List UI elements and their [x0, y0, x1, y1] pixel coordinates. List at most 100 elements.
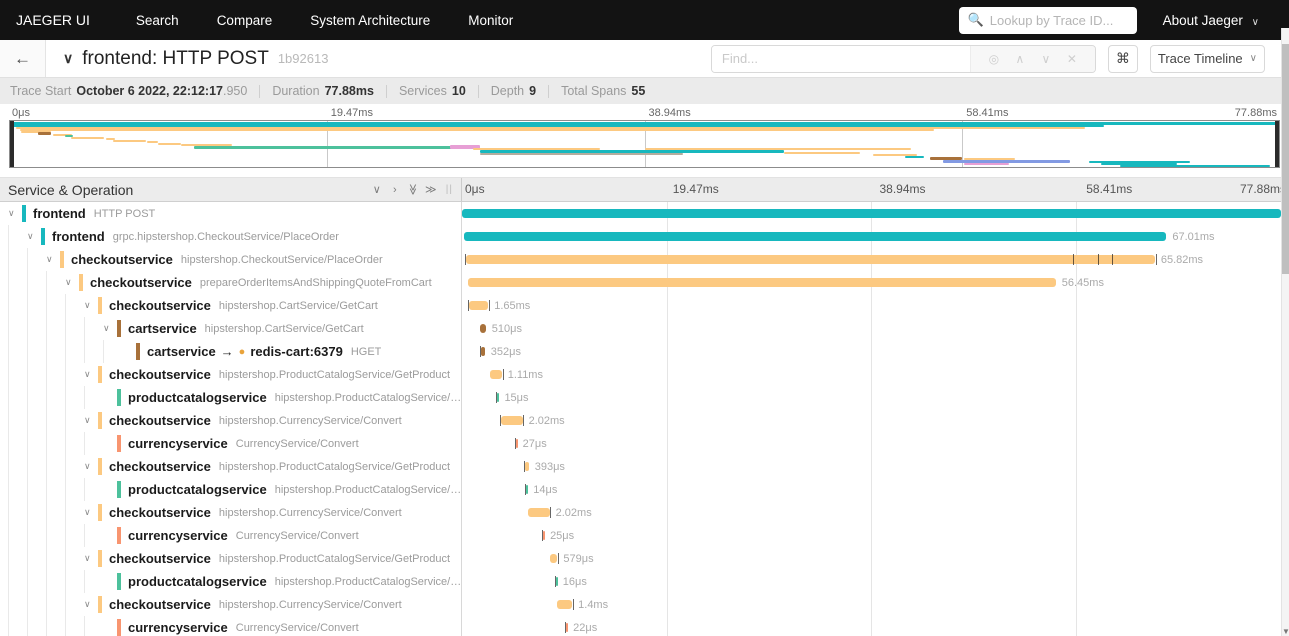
chevron-down-icon[interactable]: ∨: [84, 599, 98, 610]
span-bar-cell[interactable]: 16μs: [462, 570, 1281, 593]
trace-lookup-input[interactable]: [989, 12, 1128, 28]
span-bar-cell[interactable]: 2.02ms: [462, 409, 1281, 432]
span-bar[interactable]: [550, 554, 558, 563]
span-bar-cell[interactable]: 22μs: [462, 616, 1281, 636]
column-resize-grip[interactable]: ||: [446, 184, 453, 195]
span-row[interactable]: currencyservice CurrencyService/Convert 27…: [0, 432, 1281, 455]
span-row[interactable]: ∨ checkoutservice hipstershop.CartService/…: [0, 294, 1281, 317]
span-row[interactable]: ∨ checkoutservice hipstershop.ProductCatal…: [0, 547, 1281, 570]
app-brand[interactable]: JAEGER UI: [16, 12, 90, 28]
next-match-icon[interactable]: ∨: [1033, 52, 1059, 66]
span-name-cell[interactable]: productcatalogservice hipstershop.Product…: [0, 478, 462, 501]
span-name-cell[interactable]: ∨ checkoutservice hipstershop.CartService/…: [0, 294, 462, 317]
span-row[interactable]: productcatalogservice hipstershop.Product…: [0, 478, 1281, 501]
find-input[interactable]: [711, 45, 970, 72]
span-bar-cell[interactable]: 67.01ms: [462, 225, 1281, 248]
span-row[interactable]: currencyservice CurrencyService/Convert 25…: [0, 524, 1281, 547]
span-bar[interactable]: [480, 324, 486, 333]
chevron-down-icon[interactable]: ∨: [27, 231, 41, 242]
collapse-trace-chevron-icon[interactable]: ∨: [63, 50, 73, 67]
nav-item-compare[interactable]: Compare: [217, 13, 273, 28]
span-bar[interactable]: [555, 577, 558, 586]
collapse-all-icon[interactable]: ≫: [406, 181, 419, 199]
span-name-cell[interactable]: ∨ checkoutservice hipstershop.ProductCatal…: [0, 363, 462, 386]
span-name-cell[interactable]: ∨ checkoutservice hipstershop.ProductCatal…: [0, 547, 462, 570]
span-row[interactable]: ∨ checkoutservice hipstershop.CurrencyServ…: [0, 501, 1281, 524]
span-name-cell[interactable]: currencyservice CurrencyService/Convert: [0, 432, 462, 455]
chevron-down-icon[interactable]: ∨: [65, 277, 79, 288]
chevron-down-icon[interactable]: ∨: [8, 208, 22, 219]
span-bar-cell[interactable]: 1.4ms: [462, 593, 1281, 616]
span-bar-cell[interactable]: 65.82ms: [462, 248, 1281, 271]
span-bar[interactable]: [526, 485, 529, 494]
span-name-cell[interactable]: ∨ checkoutservice hipstershop.CurrencyServ…: [0, 501, 462, 524]
chevron-down-icon[interactable]: ∨: [84, 415, 98, 426]
collapse-one-icon[interactable]: ∨: [368, 183, 386, 196]
span-bar[interactable]: [468, 301, 489, 310]
span-bar[interactable]: [566, 623, 569, 632]
expand-one-icon[interactable]: ›: [386, 184, 404, 196]
clear-find-icon[interactable]: ✕: [1059, 52, 1085, 66]
span-bar[interactable]: [468, 278, 1056, 287]
span-bar[interactable]: [543, 531, 546, 540]
back-button[interactable]: ←: [0, 40, 46, 77]
chevron-down-icon[interactable]: ∨: [84, 461, 98, 472]
trace-lookup-box[interactable]: 🔍: [958, 6, 1137, 34]
chevron-down-icon[interactable]: ∨: [84, 369, 98, 380]
vertical-scrollbar[interactable]: ▼: [1281, 28, 1289, 636]
keyboard-shortcuts-button[interactable]: ⌘: [1107, 44, 1138, 73]
span-row[interactable]: ∨ cartservice hipstershop.CartService/GetC…: [0, 317, 1281, 340]
span-bar[interactable]: [515, 439, 518, 448]
span-name-cell[interactable]: ∨ checkoutservice hipstershop.ProductCatal…: [0, 455, 462, 478]
span-row[interactable]: ∨ checkoutservice prepareOrderItemsAndShip…: [0, 271, 1281, 294]
span-row[interactable]: ∨ frontend HTTP POST: [0, 202, 1281, 225]
span-name-cell[interactable]: ∨ checkoutservice hipstershop.CurrencyServ…: [0, 409, 462, 432]
span-bar-cell[interactable]: 352μs: [462, 340, 1281, 363]
minimap-canvas[interactable]: [9, 120, 1280, 168]
span-bar-cell[interactable]: 27μs: [462, 432, 1281, 455]
trace-view-select[interactable]: Trace Timeline ∨: [1149, 44, 1265, 73]
span-bar[interactable]: [557, 600, 573, 609]
span-name-cell[interactable]: currencyservice CurrencyService/Convert: [0, 524, 462, 547]
span-name-cell[interactable]: ∨ checkoutservice hipstershop.CurrencyServ…: [0, 593, 462, 616]
span-name-cell[interactable]: cartservice → ● redis-cart:6379 HGET: [0, 340, 462, 363]
span-bar[interactable]: [528, 508, 550, 517]
span-name-cell[interactable]: productcatalogservice hipstershop.Product…: [0, 570, 462, 593]
about-jaeger-menu[interactable]: About Jaeger ∨: [1163, 13, 1259, 28]
scrollbar-down-arrow[interactable]: ▼: [1282, 627, 1289, 636]
span-row[interactable]: productcatalogservice hipstershop.Product…: [0, 386, 1281, 409]
span-row[interactable]: ∨ checkoutservice hipstershop.CurrencyServ…: [0, 409, 1281, 432]
span-bar[interactable]: [489, 370, 502, 379]
span-row[interactable]: ∨ checkoutservice hipstershop.ProductCatal…: [0, 455, 1281, 478]
span-bar-cell[interactable]: 579μs: [462, 547, 1281, 570]
span-row[interactable]: ∨ checkoutservice hipstershop.ProductCatal…: [0, 363, 1281, 386]
expand-all-icon[interactable]: ≫: [422, 183, 440, 196]
column-divider[interactable]: [461, 202, 462, 636]
span-bar-cell[interactable]: [462, 202, 1281, 225]
span-row[interactable]: currencyservice CurrencyService/Convert 22…: [0, 616, 1281, 636]
nav-item-monitor[interactable]: Monitor: [468, 13, 513, 28]
chevron-down-icon[interactable]: ∨: [84, 300, 98, 311]
prev-match-icon[interactable]: ∧: [1007, 52, 1033, 66]
span-bar-cell[interactable]: 1.11ms: [462, 363, 1281, 386]
span-row[interactable]: ∨ checkoutservice hipstershop.CheckoutServ…: [0, 248, 1281, 271]
span-bar-cell[interactable]: 510μs: [462, 317, 1281, 340]
span-row[interactable]: ∨ checkoutservice hipstershop.CurrencyServ…: [0, 593, 1281, 616]
chevron-down-icon[interactable]: ∨: [46, 254, 60, 265]
span-name-cell[interactable]: ∨ checkoutservice prepareOrderItemsAndShip…: [0, 271, 462, 294]
span-bar[interactable]: [497, 393, 500, 402]
span-row[interactable]: productcatalogservice hipstershop.Product…: [0, 570, 1281, 593]
span-name-cell[interactable]: ∨ cartservice hipstershop.CartService/GetC…: [0, 317, 462, 340]
span-name-cell[interactable]: productcatalogservice hipstershop.Product…: [0, 386, 462, 409]
span-bar[interactable]: [463, 232, 1167, 241]
focus-match-icon[interactable]: ◎: [981, 52, 1007, 66]
span-bar-cell[interactable]: 393μs: [462, 455, 1281, 478]
span-name-cell[interactable]: ∨ checkoutservice hipstershop.CheckoutServ…: [0, 248, 462, 271]
chevron-down-icon[interactable]: ∨: [84, 507, 98, 518]
span-bar[interactable]: [466, 255, 1155, 264]
span-name-cell[interactable]: ∨ frontend grpc.hipstershop.CheckoutServic…: [0, 225, 462, 248]
span-bar-cell[interactable]: 56.45ms: [462, 271, 1281, 294]
span-bar[interactable]: [480, 347, 485, 356]
minimap-right-handle[interactable]: [1275, 121, 1279, 167]
span-row[interactable]: cartservice → ● redis-cart:6379 HGET 352μs: [0, 340, 1281, 363]
